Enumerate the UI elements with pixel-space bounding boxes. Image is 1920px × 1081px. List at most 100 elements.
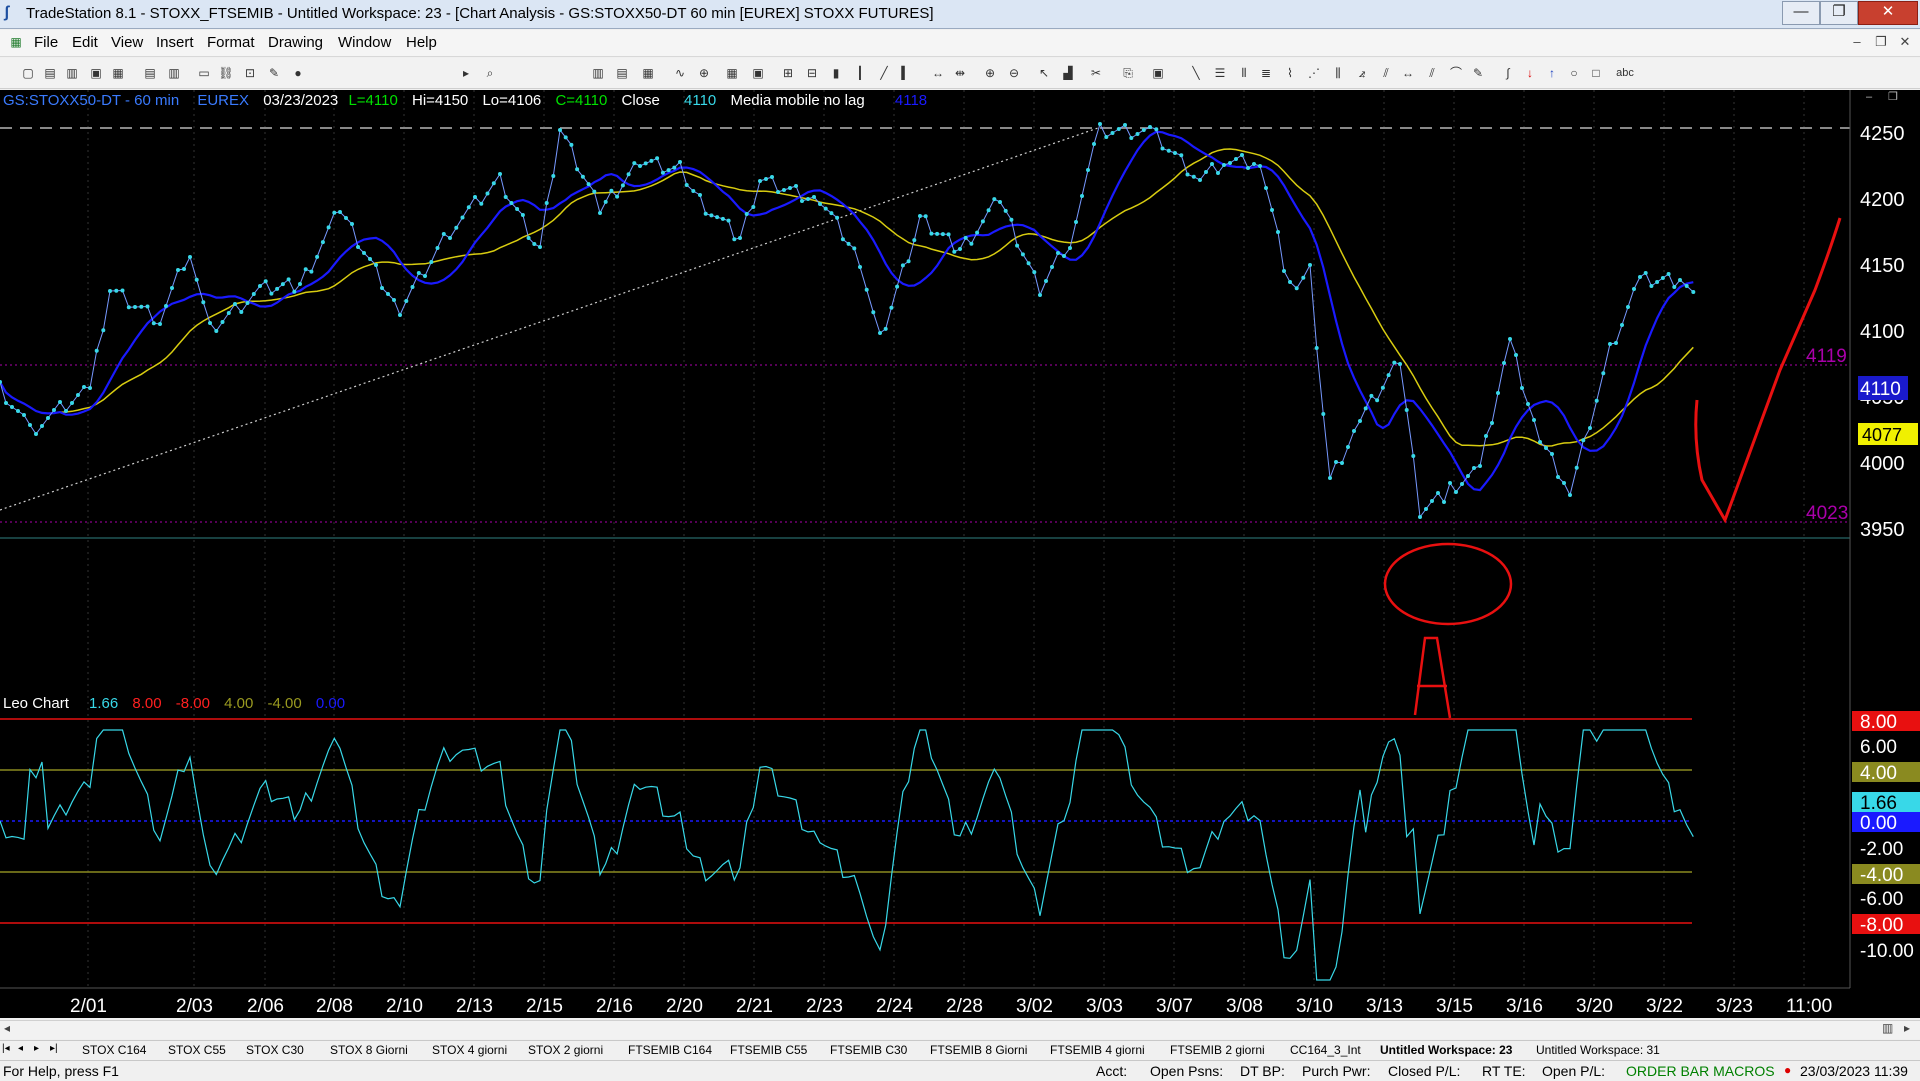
tab-nav-last-icon[interactable]: ▸| <box>50 1043 58 1054</box>
mdi-close-button[interactable]: ✕ <box>1896 33 1914 51</box>
hist-icon[interactable]: ▍ <box>898 65 914 81</box>
strategy-icon[interactable]: ⊕ <box>696 65 712 81</box>
pan-icon[interactable]: ↔ <box>930 65 946 81</box>
pane-minimize-icon[interactable]: – <box>1866 91 1873 103</box>
gann-icon[interactable]: ⋰ <box>1306 65 1322 81</box>
tab-ftsemib-c164[interactable]: FTSEMIB C164 <box>628 1043 712 1057</box>
print-preview-icon[interactable]: ▥ <box>166 65 182 81</box>
pointer-icon[interactable]: ↖ <box>1036 65 1052 81</box>
menu-drawing[interactable]: Drawing <box>268 34 323 51</box>
format-icon[interactable]: ▦ <box>724 65 740 81</box>
price-dot <box>1294 286 1299 291</box>
tab-stox-4-giorni[interactable]: STOX 4 giorni <box>432 1043 507 1057</box>
brush-icon[interactable]: ✎ <box>266 65 282 81</box>
up-arrow-icon[interactable]: ↑ <box>1544 65 1560 81</box>
fib-icon[interactable]: ≣ <box>1258 65 1274 81</box>
tab-stox-8-giorni[interactable]: STOX 8 Giorni <box>330 1043 408 1057</box>
chart-style2-icon[interactable]: ▤ <box>614 65 630 81</box>
fan-icon[interactable]: ⦨ <box>1354 65 1370 81</box>
chart-document-icon[interactable]: ▦ <box>8 34 24 50</box>
chart-style-icon[interactable]: ▥ <box>590 65 606 81</box>
close-button[interactable]: ✕ <box>1858 1 1918 25</box>
workspace-color-icon[interactable]: ● <box>290 65 306 81</box>
zoom-in-icon[interactable]: ⊕ <box>982 65 998 81</box>
new-icon[interactable]: ▢ <box>20 65 36 81</box>
tab-nav-next-icon[interactable]: ▸ <box>34 1043 39 1054</box>
chart-canvas[interactable]: GS:STOXX50-DT - 60 min EUREX 03/23/2023 … <box>0 90 1920 1018</box>
menu-format[interactable]: Format <box>207 34 255 51</box>
pen-icon[interactable]: ✎ <box>1470 65 1486 81</box>
indicator-icon[interactable]: ∿ <box>672 65 688 81</box>
horizontal-lines-icon[interactable]: ☰ <box>1212 65 1228 81</box>
tab-stox-2-giorni[interactable]: STOX 2 giorni <box>528 1043 603 1057</box>
tab-untitled-workspace-31[interactable]: Untitled Workspace: 31 <box>1536 1043 1660 1057</box>
menu-window[interactable]: Window <box>338 34 391 51</box>
rectangle-icon[interactable]: □ <box>1588 65 1604 81</box>
chart-window[interactable]: GS:STOXX50-DT - 60 min EUREX 03/23/2023 … <box>0 90 1920 1018</box>
save-icon[interactable]: ▦ <box>110 65 126 81</box>
disabled-icon[interactable]: ▣ <box>1150 65 1166 81</box>
down-arrow-icon[interactable]: ↓ <box>1522 65 1538 81</box>
price-pane[interactable] <box>0 90 1850 683</box>
tab-ftsemib-c30[interactable]: FTSEMIB C30 <box>830 1043 907 1057</box>
channel-icon[interactable]: ⫽ <box>1378 65 1394 81</box>
tab-cc164-3-int[interactable]: CC164_3_Int <box>1290 1043 1361 1057</box>
fib-time-icon[interactable]: ⫼ <box>1330 65 1346 81</box>
bar-spacing-icon[interactable]: ⇹ <box>952 65 968 81</box>
order-bar-macros[interactable]: ORDER BAR MACROS <box>1626 1063 1775 1079</box>
mdi-restore-button[interactable]: ❐ <box>1872 33 1890 51</box>
open-workspace-icon[interactable]: ▥ <box>64 65 80 81</box>
minimize-button[interactable]: — <box>1782 1 1820 25</box>
symbol-go-icon[interactable]: ▸ <box>458 65 474 81</box>
tab-stox-c55[interactable]: STOX C55 <box>168 1043 226 1057</box>
format2-icon[interactable]: ▣ <box>750 65 766 81</box>
menu-insert[interactable]: Insert <box>156 34 194 51</box>
link-icon[interactable]: ⛓ <box>218 65 234 81</box>
scroll-position-icon[interactable]: ▥ <box>1882 1021 1893 1035</box>
open-icon[interactable]: ▤ <box>42 65 58 81</box>
scroll-right-icon[interactable]: ▸ <box>1904 1021 1910 1035</box>
tab-untitled-workspace-23[interactable]: Untitled Workspace: 23 <box>1380 1043 1512 1057</box>
arrow-icon[interactable]: ↔ <box>1400 65 1416 81</box>
chart-style3-icon[interactable]: ▦ <box>640 65 656 81</box>
vertical-lines-icon[interactable]: ⦀ <box>1236 65 1252 81</box>
tab-ftsemib-8-giorni[interactable]: FTSEMIB 8 Giorni <box>930 1043 1027 1057</box>
bar-chart-icon[interactable]: ▮ <box>828 65 844 81</box>
line-chart-icon[interactable]: ╱ <box>876 65 892 81</box>
export-icon[interactable]: ⎘ <box>1120 65 1136 81</box>
new-workspace-icon[interactable]: ▣ <box>88 65 104 81</box>
scroll-left-icon[interactable]: ◂ <box>4 1021 10 1035</box>
menu-file[interactable]: File <box>34 34 58 51</box>
tab-stox-c164[interactable]: STOX C164 <box>82 1043 146 1057</box>
menu-help[interactable]: Help <box>406 34 437 51</box>
candle-icon[interactable]: ┃ <box>852 65 868 81</box>
radar-icon[interactable]: ⊞ <box>780 65 796 81</box>
tab-ftsemib-4-giorni[interactable]: FTSEMIB 4 giorni <box>1050 1043 1145 1057</box>
zoom-out-icon[interactable]: ⊖ <box>1006 65 1022 81</box>
speed-lines-icon[interactable]: ⌇ <box>1282 65 1298 81</box>
mdi-minimize-button[interactable]: – <box>1848 33 1866 51</box>
chart-horizontal-scrollbar[interactable]: ◂ ▥ ▸ <box>0 1020 1920 1039</box>
trendline-icon[interactable]: ╲ <box>1188 65 1204 81</box>
window-icon[interactable]: ▭ <box>196 65 212 81</box>
symbol-lookup-icon[interactable]: ⌕ <box>482 65 498 81</box>
tab-ftsemib-c55[interactable]: FTSEMIB C55 <box>730 1043 807 1057</box>
print-icon[interactable]: ▤ <box>142 65 158 81</box>
tools-icon[interactable]: ✂ <box>1088 65 1104 81</box>
tab-stox-c30[interactable]: STOX C30 <box>246 1043 304 1057</box>
pane-restore-icon[interactable]: ❐ <box>1888 91 1898 103</box>
arc-icon[interactable]: ⌒ <box>1448 65 1464 81</box>
tab-nav-prev-icon[interactable]: ◂ <box>18 1043 23 1054</box>
freehand-icon[interactable]: ∫ <box>1500 65 1516 81</box>
select-icon[interactable]: ▟ <box>1060 65 1076 81</box>
text-icon[interactable]: abc <box>1612 65 1638 81</box>
menu-edit[interactable]: Edit <box>72 34 98 51</box>
ellipse-icon[interactable]: ○ <box>1566 65 1582 81</box>
parallel-icon[interactable]: ⫽ <box>1424 65 1440 81</box>
matrix-icon[interactable]: ⊟ <box>804 65 820 81</box>
restore-button[interactable]: ❐ <box>1820 1 1858 25</box>
lock-icon[interactable]: ⊡ <box>242 65 258 81</box>
tab-ftsemib-2-giorni[interactable]: FTSEMIB 2 giorni <box>1170 1043 1265 1057</box>
menu-view[interactable]: View <box>111 34 143 51</box>
tab-nav-first-icon[interactable]: |◂ <box>2 1043 10 1054</box>
